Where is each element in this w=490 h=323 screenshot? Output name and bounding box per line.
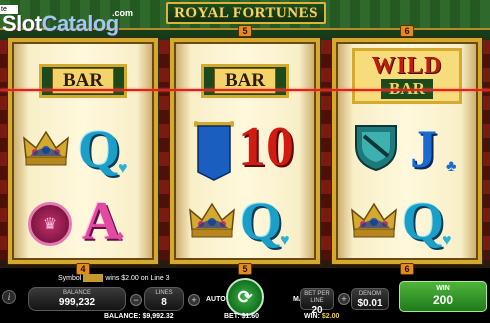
- footer-bet: BET: $1.60: [224, 313, 260, 320]
- bet-per-line-display: BET PER LINE 20: [300, 288, 334, 316]
- watermark-suffix: .com: [112, 8, 134, 18]
- bar-symbol: BAR: [201, 64, 289, 98]
- pillar-1: [158, 40, 170, 260]
- club-icon: ♣: [446, 158, 457, 175]
- reel-number-top-2: 5: [238, 25, 252, 37]
- card-10-symbol: 10: [238, 116, 294, 178]
- pillar-2: [320, 40, 332, 260]
- footer-balance: BALANCE: $9,992.32: [104, 313, 174, 320]
- game-title-plate: ROYAL FORTUNES: [166, 2, 326, 24]
- payline-3: [0, 89, 490, 91]
- symbol-thumbnail-icon: [83, 274, 104, 282]
- watermark-logo: te SlotCatalog .com: [0, 5, 150, 41]
- footer-win: WIN: $2.00: [304, 313, 340, 320]
- crown-icon: [23, 130, 69, 166]
- reel-2: BAR 10 Q ♥: [170, 38, 320, 264]
- reel-number-bottom-3: 6: [400, 263, 414, 275]
- watermark-text: SlotCatalog: [2, 11, 119, 36]
- denomination-display: DENOM $0.01: [351, 288, 389, 310]
- reel-1: BAR Q ♥ ♛ A ♦: [8, 38, 158, 264]
- lines-display: LINES 8: [144, 287, 184, 311]
- auto-button[interactable]: AUTO: [206, 296, 226, 303]
- bet-plus-button[interactable]: +: [338, 293, 350, 305]
- lines-minus-button[interactable]: −: [130, 294, 142, 306]
- game-title: ROYAL FORTUNES: [174, 4, 318, 21]
- crown-seal-icon: ♛: [28, 202, 72, 246]
- banner-icon: [194, 121, 234, 181]
- card-q-symbol: Q: [240, 191, 283, 251]
- card-q-symbol: Q: [78, 119, 121, 179]
- heart-icon: ♥: [280, 232, 290, 249]
- crown-icon: [189, 202, 235, 238]
- slot-game-screen: ROYAL FORTUNES te SlotCatalog .com 5 6 B…: [0, 0, 490, 323]
- shield-icon: [355, 125, 397, 172]
- lines-plus-button[interactable]: +: [188, 294, 200, 306]
- crown-icon: [351, 202, 397, 238]
- heart-icon: ♥: [442, 232, 452, 249]
- reel-number-bottom-2: 5: [238, 263, 252, 275]
- reel-3: WILD BAR J ♣ Q ♥: [332, 38, 482, 264]
- heart-icon: ♥: [118, 160, 128, 177]
- diamond-icon: ♦: [116, 228, 125, 245]
- card-j-symbol: J: [410, 119, 437, 179]
- win-message: Symbol wins $2.00 on Line 3: [58, 274, 170, 282]
- reel-number-top-3: 6: [400, 25, 414, 37]
- bar-symbol: BAR: [39, 64, 127, 98]
- spin-button[interactable]: ⟳: [226, 278, 264, 316]
- win-display: WIN 200: [399, 281, 487, 312]
- info-button[interactable]: i: [2, 290, 16, 304]
- wild-bar-symbol: WILD BAR: [352, 48, 462, 104]
- balance-display: BALANCE 999,232: [28, 287, 126, 311]
- card-q-symbol: Q: [402, 191, 445, 251]
